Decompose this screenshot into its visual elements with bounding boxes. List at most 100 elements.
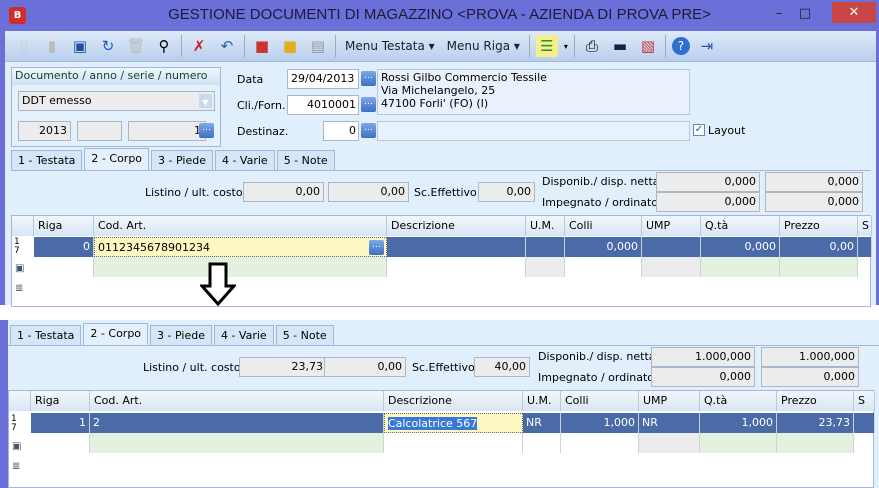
yellow-book-icon[interactable]: ■ [279, 35, 301, 57]
dest-field[interactable]: 0 [323, 121, 359, 141]
col-ump[interactable]: UMP [642, 216, 701, 236]
col-colli[interactable]: Colli [565, 216, 642, 236]
cli-lookup-button[interactable]: … [361, 97, 376, 112]
row-tool-icon[interactable]: ▣ [15, 263, 24, 274]
empty-cell[interactable] [700, 433, 777, 453]
layout-checkbox[interactable]: ✓ [693, 124, 705, 136]
cell-descrizione-input[interactable]: Calcolatrice 567 [384, 413, 523, 433]
cell-prezzo[interactable]: 0,00 [780, 237, 858, 257]
cell-colli[interactable]: 0,000 [565, 237, 642, 257]
close-button[interactable]: ✕ [832, 2, 876, 23]
col-riga[interactable]: Riga [34, 216, 94, 236]
doc-type-select[interactable]: DDT emesso ▼ [18, 91, 215, 111]
col-s[interactable]: S [854, 391, 875, 411]
empty-cell[interactable] [31, 433, 90, 453]
cell-qta[interactable]: 1,000 [700, 413, 777, 433]
col-colli[interactable]: Colli [561, 391, 639, 411]
col-s[interactable]: S [858, 216, 872, 236]
maximize-button[interactable]: □ [792, 4, 818, 24]
cell-s[interactable] [858, 237, 872, 257]
data-field[interactable]: 29/04/2013 [287, 69, 359, 89]
help-icon[interactable]: ? [671, 37, 690, 55]
open-icon[interactable]: ▮ [41, 35, 63, 57]
empty-cell[interactable] [561, 433, 639, 453]
tab-varie[interactable]: 4 - Varie [214, 150, 275, 170]
empty-cell[interactable] [639, 433, 700, 453]
empty-cell[interactable] [777, 433, 854, 453]
undo-edit-icon[interactable]: ↶ [216, 35, 238, 57]
col-cod-art[interactable]: Cod. Art. [94, 216, 387, 236]
cell-cod-art[interactable]: 2 [90, 413, 384, 433]
new-doc-icon[interactable]: ▯ [13, 35, 35, 57]
data-picker-button[interactable]: … [361, 71, 376, 86]
numero-field[interactable]: 1 [128, 121, 206, 141]
empty-cell[interactable] [384, 433, 523, 453]
document-icon[interactable]: ▤ [307, 35, 329, 57]
cell-um[interactable] [526, 237, 565, 257]
empty-cell[interactable] [565, 257, 642, 277]
col-qta[interactable]: Q.tà [701, 216, 780, 236]
cod-art-lookup-button[interactable]: … [369, 240, 384, 255]
col-descrizione[interactable]: Descrizione [384, 391, 523, 411]
tab-note[interactable]: 5 - Note [275, 325, 334, 345]
tab-testata[interactable]: 1 - Testata [11, 150, 83, 170]
exit-icon[interactable]: ⇥ [696, 35, 718, 57]
row-list-icon[interactable]: ≣ [12, 461, 20, 472]
save-icon[interactable]: ▣ [69, 35, 91, 57]
undo-icon[interactable]: ↻ [97, 35, 119, 57]
list-icon[interactable]: ☰ [535, 35, 558, 57]
tab-corpo[interactable]: 2 - Corpo [83, 323, 149, 345]
row-list-icon[interactable]: ≣ [15, 283, 23, 294]
cell-riga[interactable]: 0 [34, 237, 94, 257]
menu-testata[interactable]: Menu Testata ▾ [342, 39, 438, 53]
numero-lookup-button[interactable]: … [199, 123, 214, 138]
empty-cell[interactable] [701, 257, 780, 277]
cell-um[interactable]: NR [523, 413, 561, 433]
anno-field[interactable]: 2013 [18, 121, 71, 141]
tab-varie[interactable]: 4 - Varie [213, 325, 274, 345]
empty-cell[interactable] [387, 257, 526, 277]
col-riga[interactable]: Riga [31, 391, 90, 411]
col-qta[interactable]: Q.tà [700, 391, 777, 411]
cli-field[interactable]: 4010001 [287, 95, 359, 115]
empty-cell[interactable] [90, 433, 384, 453]
tab-piede[interactable]: 3 - Piede [150, 325, 212, 345]
menu-riga[interactable]: Menu Riga ▾ [444, 39, 523, 53]
col-prezzo[interactable]: Prezzo [780, 216, 858, 236]
cell-descrizione[interactable] [387, 237, 526, 257]
cell-colli[interactable]: 1,000 [561, 413, 639, 433]
cell-riga[interactable]: 1 [31, 413, 90, 433]
cell-s[interactable] [854, 413, 875, 433]
print-icon[interactable]: ⎙ [581, 35, 603, 57]
col-descrizione[interactable]: Descrizione [387, 216, 526, 236]
cell-cod-art-input[interactable]: 0112345678901234 [94, 237, 387, 257]
minimize-button[interactable]: – [766, 4, 792, 24]
tab-testata[interactable]: 1 - Testata [10, 325, 82, 345]
monitor-icon[interactable]: ▬ [609, 35, 631, 57]
empty-cell[interactable] [780, 257, 858, 277]
tab-corpo[interactable]: 2 - Corpo [84, 148, 150, 170]
empty-cell[interactable] [642, 257, 701, 277]
col-um[interactable]: U.M. [523, 391, 561, 411]
delete-icon[interactable]: 🗑 [125, 35, 147, 57]
empty-cell[interactable] [34, 257, 94, 277]
col-ump[interactable]: UMP [639, 391, 700, 411]
red-book-icon[interactable]: ■ [251, 35, 273, 57]
row-tool-icon[interactable]: ▣ [12, 441, 21, 452]
empty-cell[interactable] [526, 257, 565, 277]
tab-note[interactable]: 5 - Note [276, 150, 335, 170]
empty-cell[interactable] [523, 433, 561, 453]
empty-cell[interactable] [94, 257, 387, 277]
cell-qta[interactable]: 0,000 [701, 237, 780, 257]
pdf-icon[interactable]: ▧ [637, 35, 659, 57]
binoculars-icon[interactable]: ⚲ [153, 35, 175, 57]
cell-ump[interactable] [642, 237, 701, 257]
cell-prezzo[interactable]: 23,73 [777, 413, 854, 433]
cell-ump[interactable]: NR [639, 413, 700, 433]
serie-field[interactable] [77, 121, 122, 141]
tab-piede[interactable]: 3 - Piede [151, 150, 213, 170]
dest-lookup-button[interactable]: … [361, 123, 376, 138]
cancel-edit-icon[interactable]: ✗ [188, 35, 210, 57]
col-cod-art[interactable]: Cod. Art. [90, 391, 384, 411]
col-prezzo[interactable]: Prezzo [777, 391, 854, 411]
